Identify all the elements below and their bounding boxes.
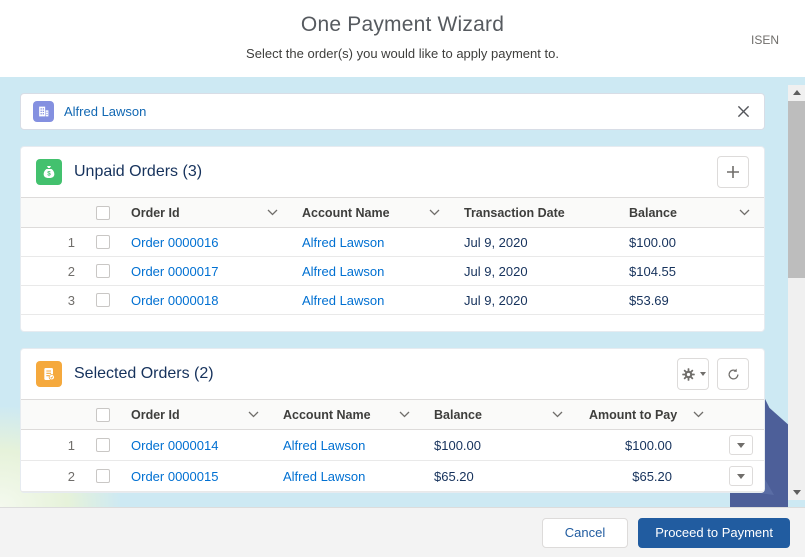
page-title: One Payment Wizard [0,0,805,37]
row-number: 3 [21,293,85,308]
selected-orders-title: Selected Orders (2) [74,365,214,383]
order-link[interactable]: Order 0000015 [131,469,218,484]
account-link[interactable]: Alfred Lawson [302,293,384,308]
balance-value: $100.00 [424,438,577,453]
transaction-date: Jul 9, 2020 [454,235,619,250]
add-order-button[interactable] [717,156,749,188]
order-link[interactable]: Order 0000016 [131,235,218,250]
balance-value: $65.20 [424,469,577,484]
table-row: 2 Order 0000017 Alfred Lawson Jul 9, 202… [21,257,764,286]
chevron-down-icon [399,411,410,418]
refresh-button[interactable] [717,358,749,390]
transaction-date: Jul 9, 2020 [454,293,619,308]
cancel-button[interactable]: Cancel [542,518,628,548]
chevron-down-icon [693,411,704,418]
wizard-header: One Payment Wizard Select the order(s) y… [0,0,805,77]
balance-value: $100.00 [619,235,764,250]
wizard-body: Alfred Lawson $ Unpaid Orders (3) [0,77,805,507]
chevron-down-icon [429,209,440,216]
chevron-down-icon [267,209,278,216]
column-header-balance[interactable]: Balance [619,206,764,220]
order-link[interactable]: Order 0000017 [131,264,218,279]
vertical-scrollbar[interactable] [788,85,805,500]
row-checkbox[interactable] [96,264,110,278]
chevron-down-icon [739,209,750,216]
row-checkbox[interactable] [96,293,110,307]
row-number: 1 [21,235,85,250]
unpaid-table-header: Order Id Account Name Transaction Date B… [21,197,764,228]
selected-table-header: Order Id Account Name Balance Amount to … [21,399,764,430]
orders-icon [36,361,62,387]
column-header-order-id[interactable]: Order Id [121,206,292,220]
row-actions-dropdown-button[interactable] [729,435,753,455]
amount-to-pay-value: $100.00 [577,438,718,453]
column-header-account-name[interactable]: Account Name [273,408,424,422]
row-number: 2 [21,469,85,484]
table-row: 1 Order 0000016 Alfred Lawson Jul 9, 202… [21,228,764,257]
money-bag-icon: $ [36,159,62,185]
scroll-down-button[interactable] [788,485,805,500]
select-all-checkbox[interactable] [96,408,110,422]
row-number: 2 [21,264,85,279]
select-all-checkbox[interactable] [96,206,110,220]
account-link[interactable]: Alfred Lawson [283,438,365,453]
page-subtitle: Select the order(s) you would like to ap… [0,46,805,61]
column-header-amount-to-pay[interactable]: Amount to Pay [577,408,718,422]
order-link[interactable]: Order 0000018 [131,293,218,308]
row-checkbox[interactable] [96,469,110,483]
selected-orders-card: Selected Orders (2) Order Id [20,348,765,493]
org-badge: ISEN [751,33,779,47]
chevron-down-icon [248,411,259,418]
scrollbar-thumb[interactable] [788,101,805,278]
order-link[interactable]: Order 0000014 [131,438,218,453]
scroll-up-button[interactable] [788,85,805,100]
account-link[interactable]: Alfred Lawson [283,469,365,484]
amount-to-pay-value: $65.20 [577,469,718,484]
unpaid-orders-card: $ Unpaid Orders (3) Order Id Account Na [20,146,765,332]
clear-account-icon[interactable] [734,103,752,121]
chevron-down-icon [700,372,706,376]
settings-gear-button[interactable] [677,358,709,390]
column-header-order-id[interactable]: Order Id [121,408,273,422]
table-row: 3 Order 0000018 Alfred Lawson Jul 9, 202… [21,286,764,315]
wizard-footer: Cancel Proceed to Payment [0,507,805,557]
row-checkbox[interactable] [96,438,110,452]
row-number: 1 [21,438,85,453]
selected-account-pill: Alfred Lawson [64,104,734,119]
column-header-account-name[interactable]: Account Name [292,206,454,220]
table-row: 1 Order 0000014 Alfred Lawson $100.00 $1… [21,430,764,461]
account-lookup-field[interactable]: Alfred Lawson [20,93,765,130]
balance-value: $53.69 [619,293,764,308]
transaction-date: Jul 9, 2020 [454,264,619,279]
unpaid-orders-title: Unpaid Orders (3) [74,163,202,181]
table-row: 2 Order 0000015 Alfred Lawson $65.20 $65… [21,461,764,492]
column-header-transaction-date[interactable]: Transaction Date [454,206,619,220]
account-icon [33,101,54,122]
svg-text:$: $ [47,171,51,178]
account-link[interactable]: Alfred Lawson [302,235,384,250]
account-link[interactable]: Alfred Lawson [302,264,384,279]
row-actions-dropdown-button[interactable] [729,466,753,486]
balance-value: $104.55 [619,264,764,279]
chevron-down-icon [552,411,563,418]
column-header-balance[interactable]: Balance [424,408,577,422]
proceed-to-payment-button[interactable]: Proceed to Payment [638,518,790,548]
row-checkbox[interactable] [96,235,110,249]
